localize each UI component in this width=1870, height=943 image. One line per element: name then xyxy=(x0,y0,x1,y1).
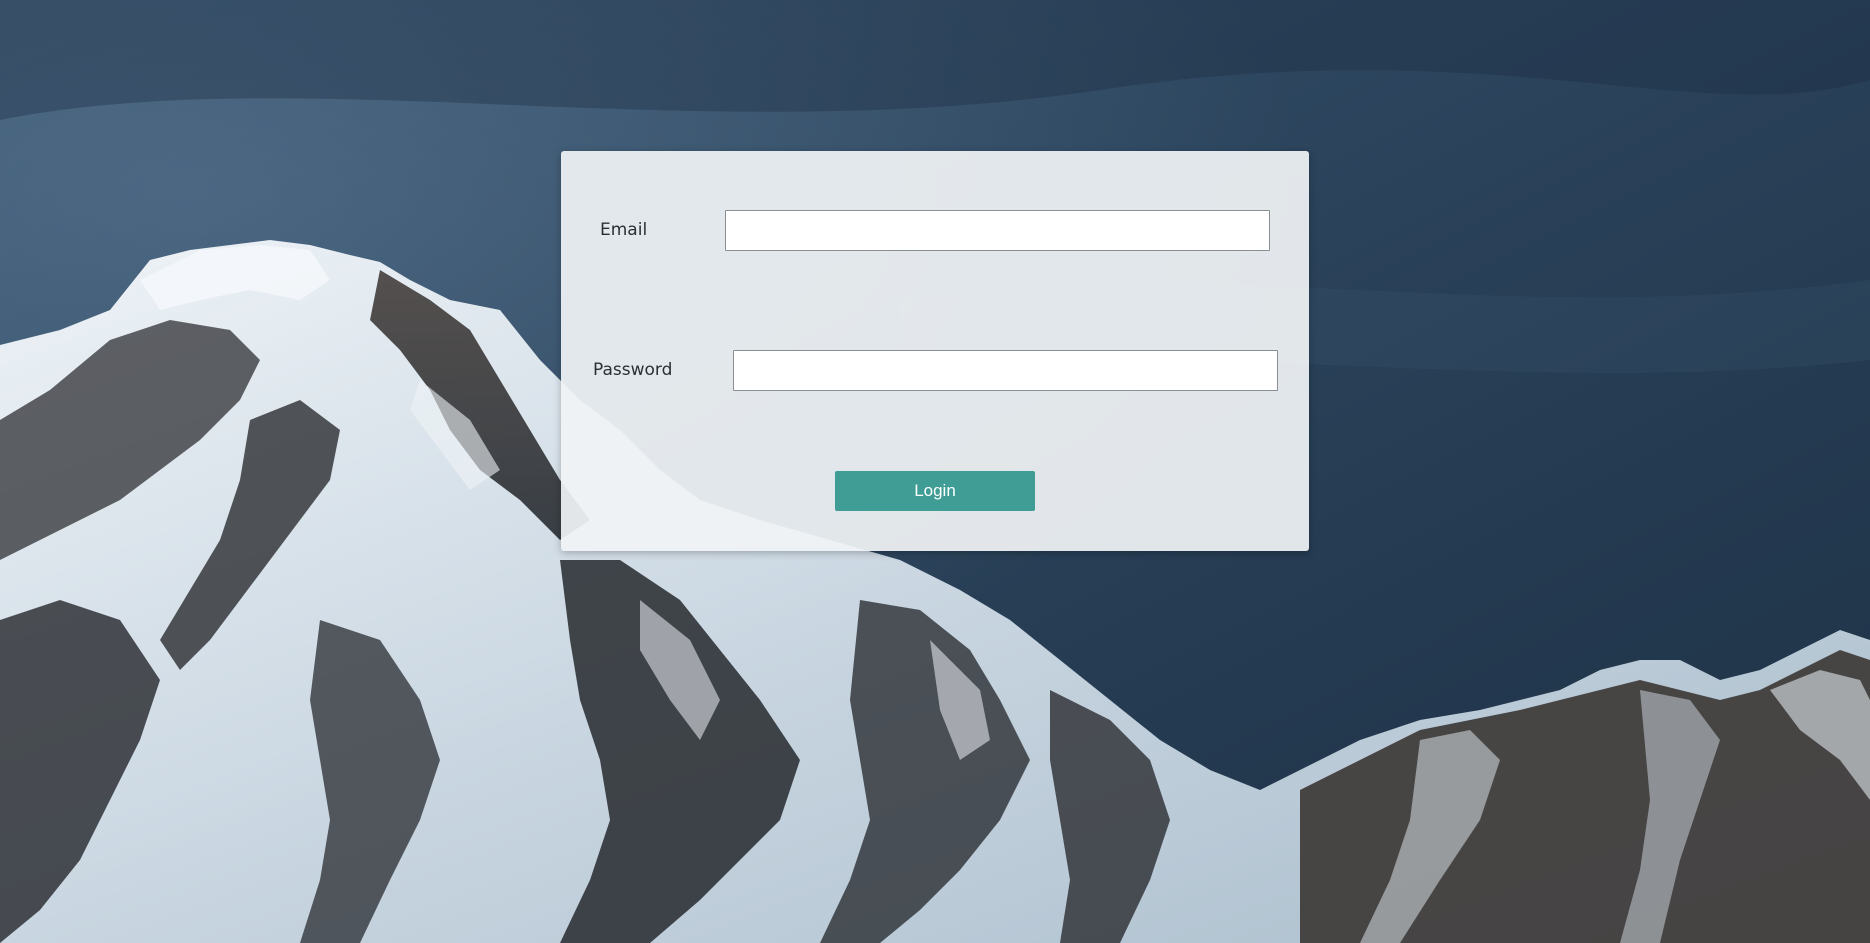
login-card: Email Password Login xyxy=(561,151,1309,551)
email-input[interactable] xyxy=(725,210,1270,251)
email-label: Email xyxy=(600,220,648,240)
password-label: Password xyxy=(593,360,673,380)
password-input[interactable] xyxy=(733,350,1278,391)
login-button[interactable]: Login xyxy=(835,471,1035,511)
